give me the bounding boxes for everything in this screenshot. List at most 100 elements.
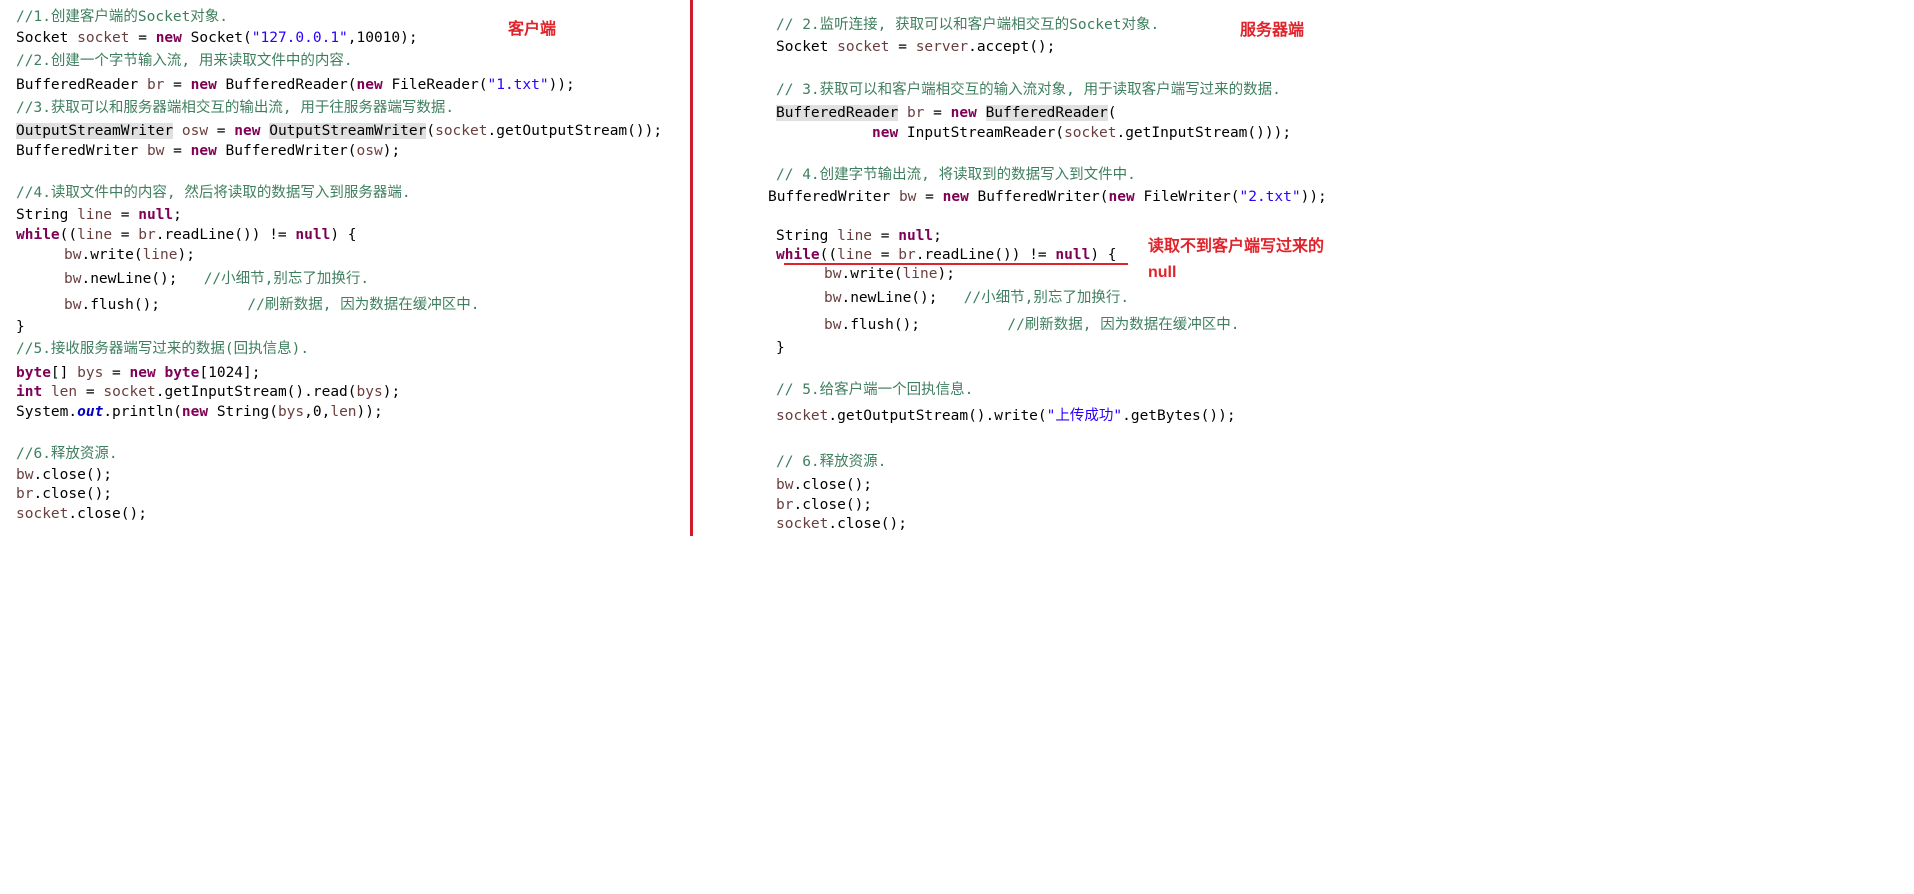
- client-code-line: bw.flush(); //刷新数据, 因为数据在缓冲区中.: [64, 296, 480, 315]
- client-code-token: null: [295, 227, 331, 243]
- server-code-token: bw: [824, 266, 842, 282]
- server-null-note: 读取不到客户端写过来的 null: [1148, 238, 1325, 281]
- server-code-token: BufferedWriter: [768, 189, 899, 205]
- client-code-token: //3.获取可以和服务器端相交互的输出流, 用于往服务器端写数据.: [16, 100, 455, 116]
- server-code-token: null: [1055, 247, 1091, 263]
- client-code-token: String(: [208, 404, 278, 420]
- server-code-line: }: [776, 339, 785, 358]
- client-code-token: line: [77, 207, 113, 223]
- client-code-token: //4.读取文件中的内容, 然后将读取的数据写入到服务器端.: [16, 185, 411, 201]
- server-code-token: BufferedReader: [985, 105, 1108, 121]
- client-code-token: []: [50, 365, 78, 381]
- client-code-line: br.close();: [16, 485, 112, 504]
- server-code-token: // 2.监听连接, 获取可以和客户端相交互的Socket对象.: [776, 17, 1160, 33]
- server-code-token: ) {: [1090, 247, 1117, 263]
- client-code-token: =: [129, 30, 156, 46]
- server-code-token: br: [898, 247, 916, 263]
- server-code-token: br: [776, 497, 794, 513]
- client-code-token: =: [112, 207, 139, 223]
- client-code-line: Socket socket = new Socket("127.0.0.1",1…: [16, 29, 418, 48]
- server-code-line: BufferedReader br = new BufferedReader(: [776, 104, 1117, 123]
- client-code-token: bw: [16, 467, 34, 483]
- server-code-token: =: [916, 189, 943, 205]
- client-code-token: =: [164, 143, 191, 159]
- client-code-token: new: [190, 143, 217, 159]
- server-code-token: line: [902, 266, 938, 282]
- server-code-token: .readLine()) !=: [915, 247, 1056, 263]
- client-code-token: int: [16, 384, 43, 400]
- client-code-token: String: [16, 207, 78, 223]
- server-code-token: Socket: [776, 39, 838, 55]
- server-code-line: bw.newLine(); //小细节,别忘了加换行.: [824, 289, 1129, 308]
- client-code-token: ));: [548, 77, 575, 93]
- client-code-token: bw: [64, 297, 82, 313]
- client-code-token: //1.创建客户端的Socket对象.: [16, 9, 229, 25]
- client-code-token: .newLine();: [81, 271, 204, 287]
- client-code-line: bw.close();: [16, 466, 112, 485]
- client-code-line: bw.newLine(); //小细节,别忘了加换行.: [64, 270, 369, 289]
- client-code-token: );: [382, 143, 401, 159]
- client-code-token: bys: [277, 404, 305, 420]
- server-code-token: (: [1107, 105, 1117, 121]
- client-code-line: //1.创建客户端的Socket对象.: [16, 8, 228, 27]
- client-code-token: ((: [59, 227, 78, 243]
- server-code-token: bw: [824, 290, 842, 306]
- server-code-token: server: [915, 39, 969, 55]
- server-code-token: socket: [776, 408, 829, 424]
- client-code-token: [173, 123, 182, 139]
- server-code-token: // 6.释放资源.: [776, 454, 887, 470]
- client-code-token: ));: [356, 404, 383, 420]
- server-code-token: // 5.给客户端一个回执信息.: [776, 382, 974, 398]
- client-code-token: .getInputStream().read(: [155, 384, 357, 400]
- server-code-token: ));: [1300, 189, 1327, 205]
- server-code-token: .close();: [793, 477, 873, 493]
- server-code-token: .accept();: [968, 39, 1056, 55]
- server-code-token: FileWriter(: [1134, 189, 1240, 205]
- faint-mark: [208, 522, 230, 528]
- client-code-line: BufferedReader br = new BufferedReader(n…: [16, 76, 575, 95]
- client-code-token: new: [190, 77, 217, 93]
- client-code-line: }: [16, 318, 25, 337]
- client-code-token: (: [426, 123, 436, 139]
- client-code-token: //2.创建一个字节输入流, 用来读取文件中的内容.: [16, 53, 353, 69]
- client-code-token: );: [382, 384, 401, 400]
- server-code-token: InputStreamReader(: [898, 125, 1065, 141]
- client-code-token: .write(: [81, 247, 143, 263]
- server-code-line: Socket socket = server.accept();: [776, 38, 1055, 57]
- server-code-line: bw.flush(); //刷新数据, 因为数据在缓冲区中.: [824, 316, 1240, 335]
- client-code-token: OutputStreamWriter: [16, 123, 174, 139]
- client-code-token: =: [112, 227, 139, 243]
- server-code-line: bw.close();: [776, 476, 872, 495]
- client-code-token: socket: [77, 30, 130, 46]
- server-code-line: String line = null;: [776, 227, 942, 246]
- client-code-token: line: [142, 247, 178, 263]
- client-code-token: osw: [181, 123, 209, 139]
- client-code-token: while: [16, 227, 60, 243]
- client-code-token: FileReader(: [382, 77, 488, 93]
- client-code-token: null: [138, 207, 174, 223]
- server-code-token: =: [889, 39, 916, 55]
- client-code-token: byte: [164, 365, 200, 381]
- client-code-token: br: [16, 486, 34, 502]
- client-label: 客户端: [508, 21, 557, 38]
- server-code-line: socket.close();: [776, 515, 907, 534]
- client-code-token: out: [77, 404, 104, 420]
- client-code-token: .close();: [68, 506, 147, 522]
- server-label: 服务器端: [1240, 22, 1305, 39]
- client-code-token: ) {: [330, 227, 357, 243]
- client-code-token: BufferedWriter: [16, 143, 147, 159]
- client-code-panel: //1.创建客户端的Socket对象. Socket socket = new S…: [16, 0, 686, 536]
- server-code-token: .getBytes());: [1122, 408, 1236, 424]
- server-code-token: =: [924, 105, 951, 121]
- client-code-token: bw: [146, 143, 165, 159]
- server-code-token: //小细节,别忘了加换行.: [963, 290, 1130, 306]
- server-code-token: BufferedReader: [776, 105, 899, 121]
- client-code-token: =: [208, 123, 235, 139]
- server-code-token: BufferedWriter(: [968, 189, 1109, 205]
- client-code-token: new: [356, 77, 383, 93]
- client-code-line: //4.读取文件中的内容, 然后将读取的数据写入到服务器端.: [16, 184, 411, 203]
- client-code-line: //2.创建一个字节输入流, 用来读取文件中的内容.: [16, 52, 353, 71]
- server-code-token: new: [872, 125, 899, 141]
- client-code-token: =: [77, 384, 104, 400]
- server-code-token: .close();: [793, 497, 873, 513]
